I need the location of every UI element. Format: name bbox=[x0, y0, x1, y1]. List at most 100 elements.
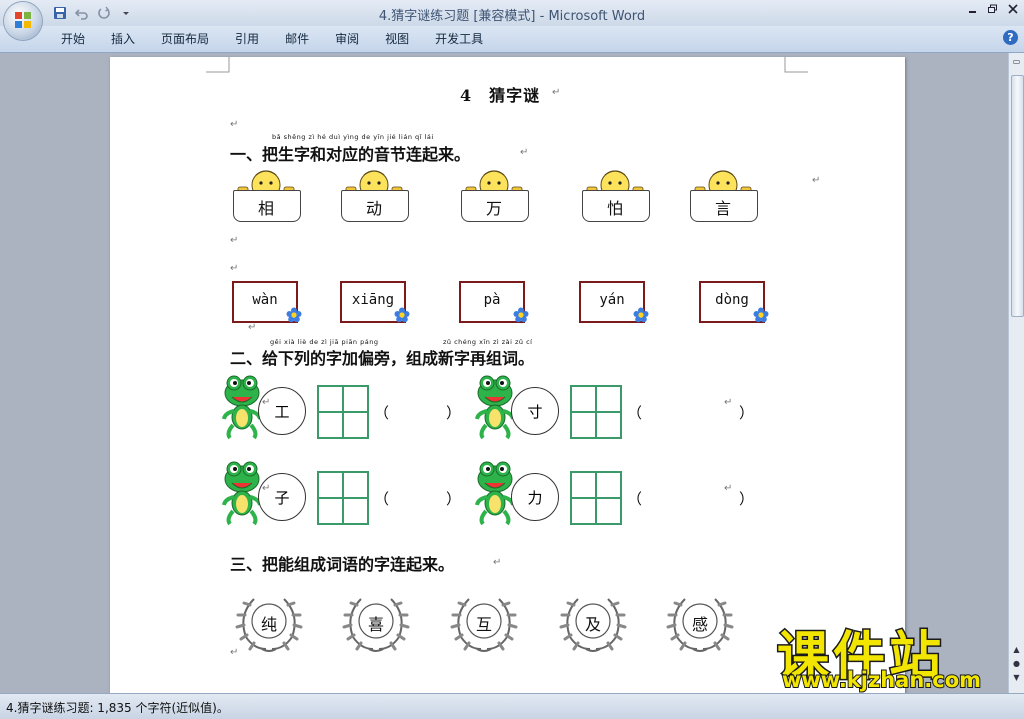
crop-mark-right bbox=[784, 57, 808, 73]
flower-icon bbox=[753, 307, 769, 323]
office-logo-icon bbox=[15, 12, 32, 29]
tab-review[interactable]: 审阅 bbox=[322, 31, 372, 47]
syllable-text: wàn bbox=[252, 292, 278, 308]
minimize-icon[interactable] bbox=[968, 3, 978, 17]
title-bar: 4.猜字谜练习题 [兼容模式] - Microsoft Word bbox=[0, 0, 1024, 26]
flower-icon bbox=[394, 307, 410, 323]
character-circle: 力 bbox=[511, 473, 559, 521]
wreath-character: 喜 bbox=[367, 615, 384, 634]
basket-character: 言 bbox=[714, 199, 731, 218]
section1-pinyin: bǎ shēng zì hé duì yìng de yīn jié lián … bbox=[272, 133, 434, 141]
window-controls bbox=[968, 3, 1018, 17]
wreath-character: 纯 bbox=[260, 615, 277, 634]
writing-grid[interactable] bbox=[317, 385, 369, 439]
writing-grid[interactable] bbox=[317, 471, 369, 525]
wreath-character: 感 bbox=[691, 615, 708, 634]
basket-character: 相 bbox=[257, 199, 274, 218]
answer-paren-open: （ bbox=[374, 404, 390, 422]
answer-paren-close: ） bbox=[739, 404, 755, 422]
office-button[interactable] bbox=[4, 2, 42, 40]
flower-icon bbox=[513, 307, 529, 323]
tab-mailings[interactable]: 邮件 bbox=[272, 31, 322, 47]
paragraph-mark: ↵ bbox=[262, 483, 271, 494]
syllable-text: xiāng bbox=[351, 292, 395, 308]
flower-icon bbox=[633, 307, 649, 323]
paragraph-mark: ↵ bbox=[493, 557, 502, 568]
writing-grid[interactable] bbox=[570, 471, 622, 525]
section3-heading: 三、把能组成词语的字连起来。 bbox=[230, 555, 455, 574]
answer-paren-close: ） bbox=[739, 490, 755, 508]
status-bar: 4.猜字谜练习题: 1,835 个字符(近似值)。 bbox=[0, 693, 1024, 719]
document-page[interactable]: 4 猜字谜 ↵ ↵ bǎ shēng zì hé duì yìng de yīn… bbox=[110, 57, 905, 693]
character-wreath[interactable]: 感 bbox=[663, 593, 737, 655]
character-wreath[interactable]: 纯 bbox=[232, 593, 306, 655]
paragraph-mark: ↵ bbox=[230, 235, 239, 246]
basket-character: 动 bbox=[365, 199, 382, 218]
base-character: 寸 bbox=[527, 403, 543, 421]
character-basket[interactable]: 怕 bbox=[581, 165, 651, 225]
character-wreath[interactable]: 互 bbox=[447, 593, 521, 655]
section2-heading: 二、给下列的字加偏旁，组成新字再组词。 bbox=[230, 349, 535, 368]
answer-blank[interactable] bbox=[645, 487, 735, 507]
syllable-text: yán bbox=[599, 292, 625, 308]
status-text: 4.猜字谜练习题: 1,835 个字符(近似值)。 bbox=[6, 701, 229, 715]
help-icon[interactable]: ? bbox=[1003, 30, 1018, 45]
paragraph-mark: ↵ bbox=[230, 119, 239, 130]
wreath-character: 及 bbox=[584, 615, 601, 634]
frog-icon bbox=[475, 461, 515, 527]
answer-blank[interactable] bbox=[645, 401, 735, 421]
answer-blank[interactable] bbox=[392, 487, 442, 507]
answer-paren-open: （ bbox=[374, 490, 390, 508]
next-page-icon[interactable]: ▼ bbox=[1011, 673, 1022, 687]
tab-developer[interactable]: 开发工具 bbox=[422, 31, 496, 47]
tab-page-layout[interactable]: 页面布局 bbox=[148, 31, 222, 47]
ruler-toggle-icon[interactable]: ▭ bbox=[1011, 57, 1022, 71]
crop-mark-left bbox=[206, 57, 230, 73]
tab-view[interactable]: 视图 bbox=[372, 31, 422, 47]
ribbon: 开始 插入 页面布局 引用 邮件 审阅 视图 开发工具 ? bbox=[0, 26, 1024, 53]
tab-references[interactable]: 引用 bbox=[222, 31, 272, 47]
character-basket[interactable]: 动 bbox=[340, 165, 410, 225]
syllable-text: pà bbox=[483, 292, 501, 308]
restore-icon[interactable] bbox=[988, 3, 998, 17]
paragraph-mark: ↵ bbox=[262, 397, 271, 408]
character-basket[interactable]: 万 bbox=[460, 165, 530, 225]
basket-character: 怕 bbox=[606, 199, 623, 218]
window-title: 4.猜字谜练习题 [兼容模式] - Microsoft Word bbox=[378, 9, 646, 24]
vertical-scrollbar[interactable]: ▭ ▲ ● ▼ bbox=[1008, 53, 1024, 693]
writing-grid[interactable] bbox=[570, 385, 622, 439]
paragraph-mark: ↵ bbox=[230, 647, 239, 658]
flower-icon bbox=[286, 307, 302, 323]
wreath-character: 互 bbox=[475, 615, 492, 634]
answer-blank[interactable] bbox=[392, 401, 442, 421]
frog-icon bbox=[222, 461, 262, 527]
basket-character: 万 bbox=[485, 199, 502, 218]
paragraph-mark: ↵ bbox=[520, 147, 529, 158]
base-character: 力 bbox=[527, 489, 543, 507]
document-title: 4 猜字谜 bbox=[460, 86, 541, 105]
close-icon[interactable] bbox=[1008, 3, 1018, 17]
character-wreath[interactable]: 喜 bbox=[339, 593, 413, 655]
character-basket[interactable]: 言 bbox=[689, 165, 759, 225]
paragraph-mark: ↵ bbox=[724, 397, 733, 408]
character-circle: 工 bbox=[258, 387, 306, 435]
ribbon-tabs: 开始 插入 页面布局 引用 邮件 审阅 视图 开发工具 bbox=[48, 31, 496, 47]
character-wreath[interactable]: 及 bbox=[556, 593, 630, 655]
watermark-url: www.kjzhan.com bbox=[781, 667, 982, 693]
frog-icon bbox=[475, 375, 515, 441]
frog-icon bbox=[222, 375, 262, 441]
paragraph-mark: ↵ bbox=[230, 263, 239, 274]
character-circle: 寸 bbox=[511, 387, 559, 435]
character-circle: 子 bbox=[258, 473, 306, 521]
answer-paren-open: （ bbox=[627, 404, 643, 422]
answer-paren-open: （ bbox=[627, 490, 643, 508]
paragraph-mark: ↵ bbox=[248, 322, 257, 333]
character-basket[interactable]: 相 bbox=[232, 165, 302, 225]
tab-insert[interactable]: 插入 bbox=[98, 31, 148, 47]
browse-object-icon[interactable]: ● bbox=[1011, 659, 1022, 673]
tab-home[interactable]: 开始 bbox=[48, 31, 98, 47]
previous-page-icon[interactable]: ▲ bbox=[1011, 645, 1022, 659]
scrollbar-thumb[interactable] bbox=[1011, 75, 1024, 317]
answer-paren-close: ） bbox=[446, 490, 462, 508]
answer-paren-close: ） bbox=[446, 404, 462, 422]
